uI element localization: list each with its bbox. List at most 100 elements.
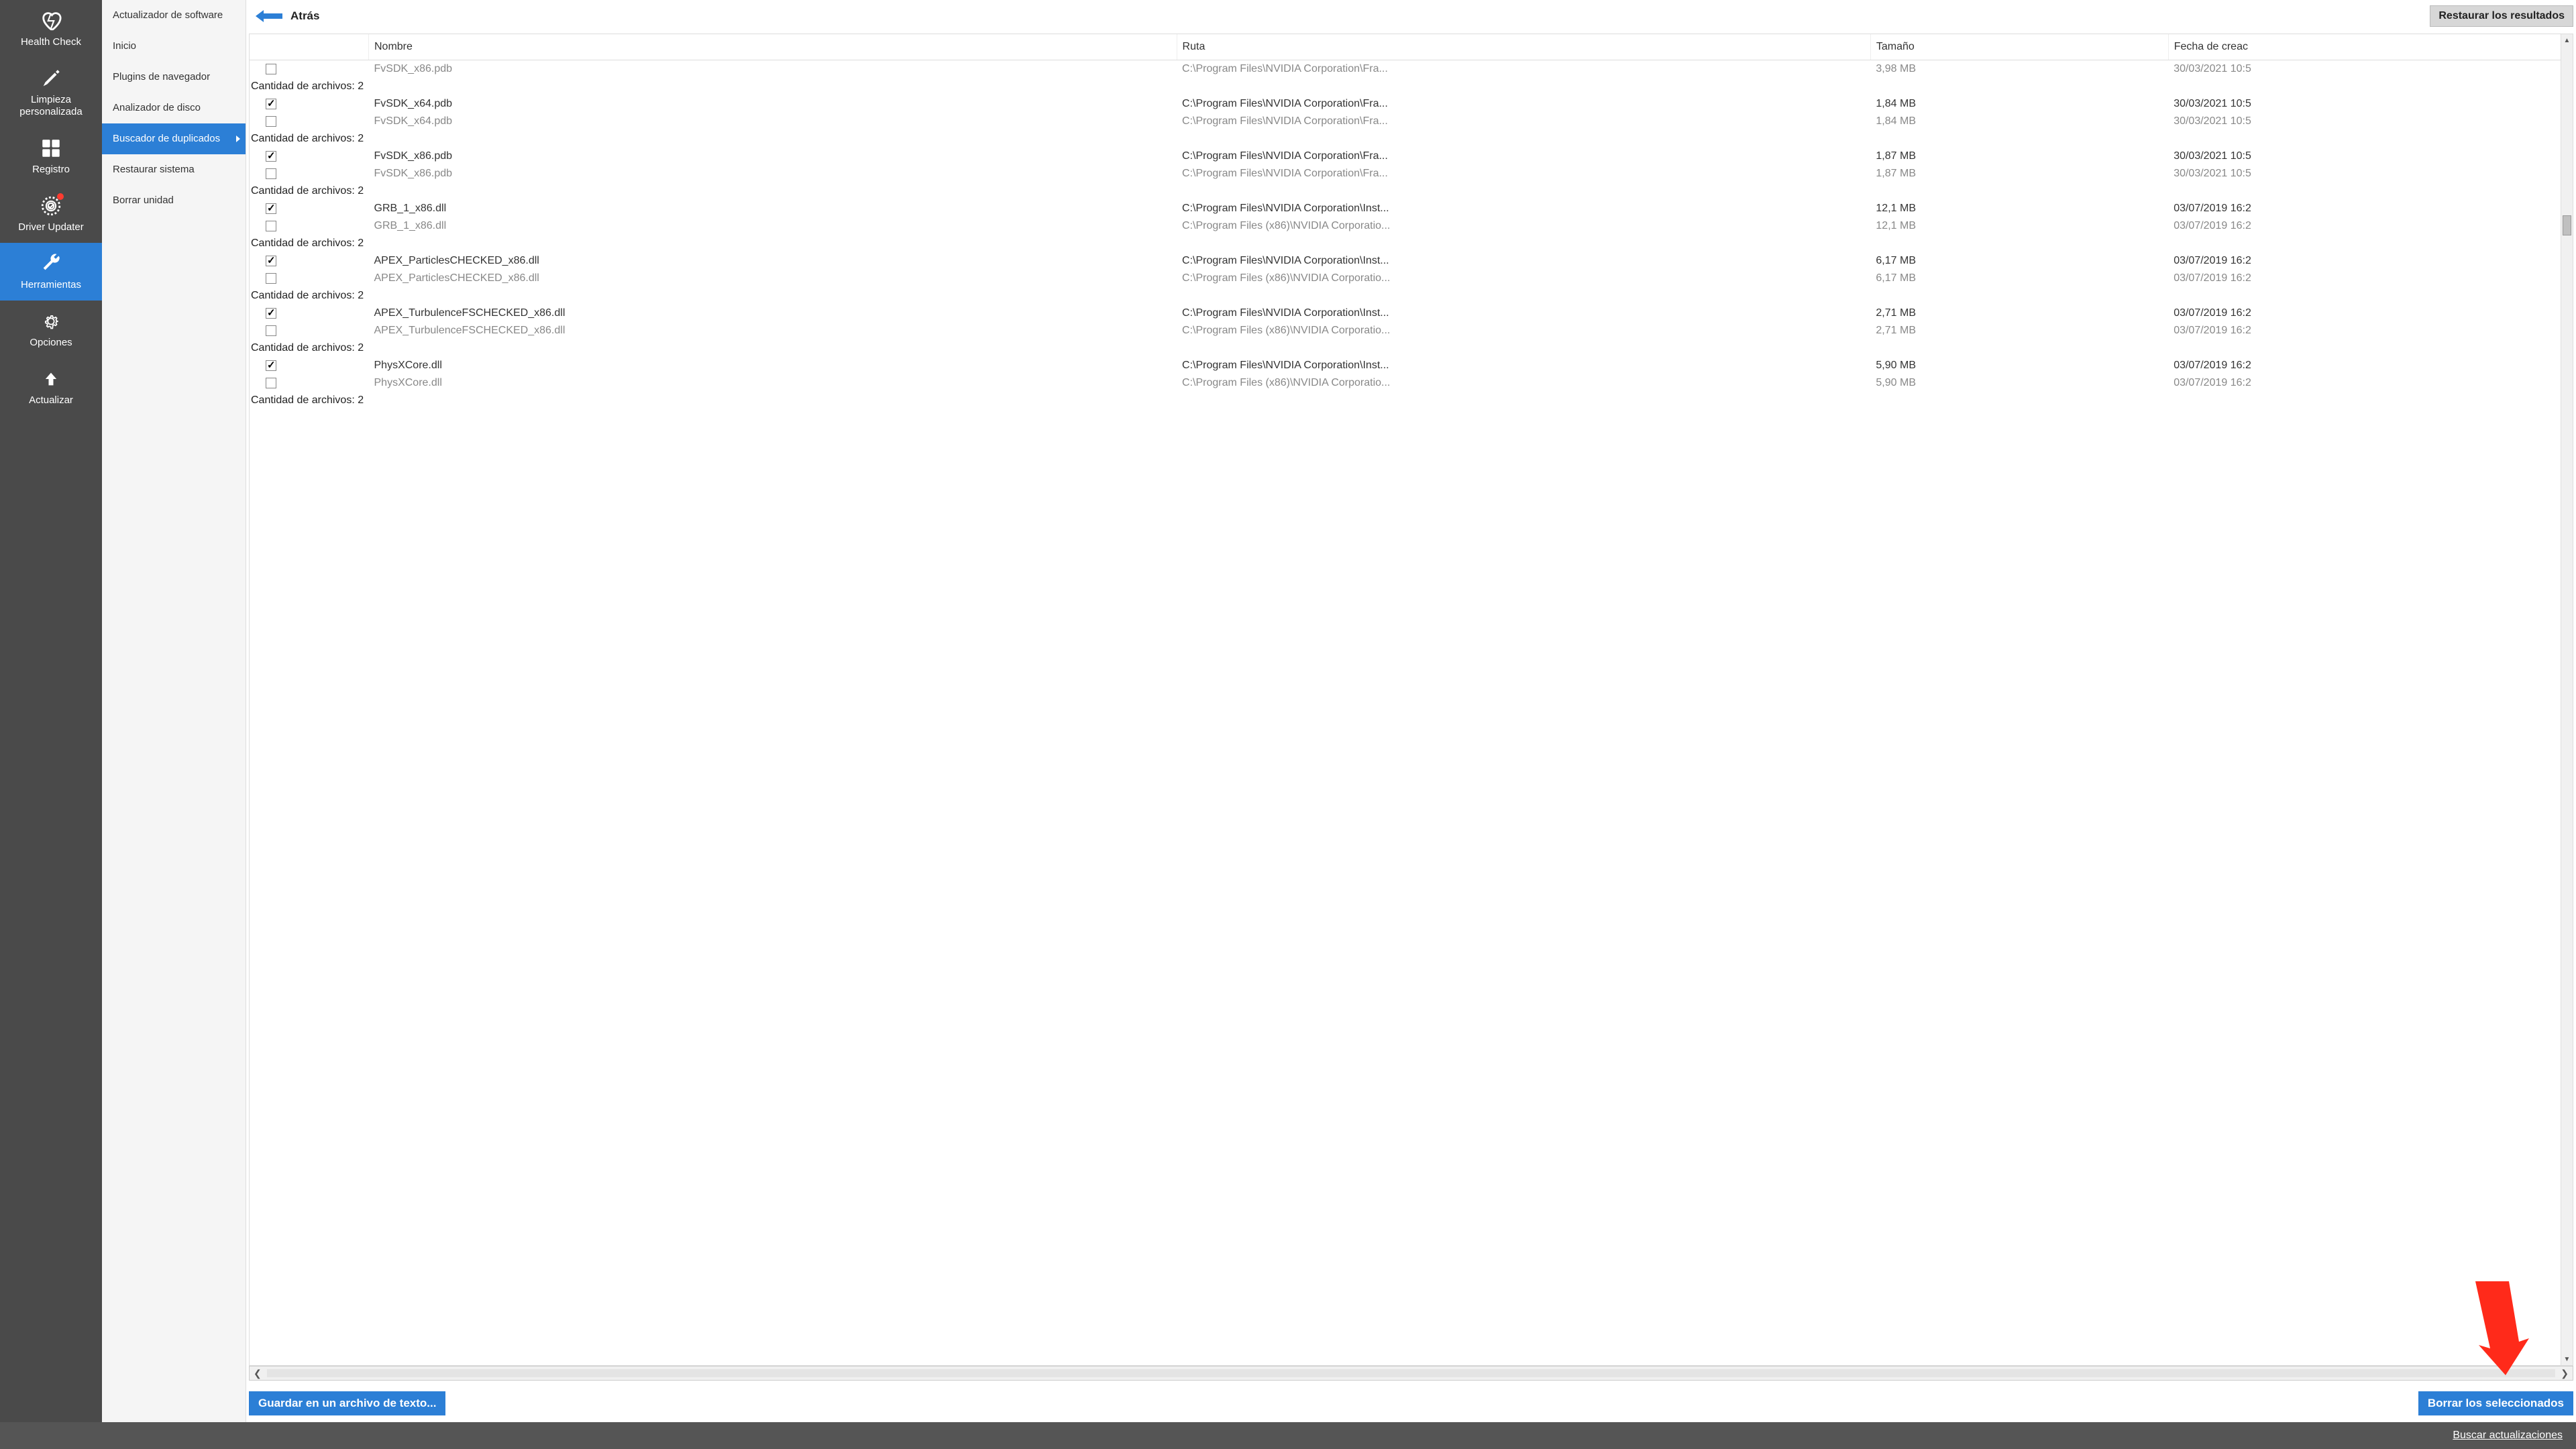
cell-path: C:\Program Files\NVIDIA Corporation\Fra.… <box>1177 148 1870 165</box>
file-row[interactable]: APEX_ParticlesCHECKED_x86.dllC:\Program … <box>250 270 2573 287</box>
sidebar-label: Limpieza personalizada <box>3 94 99 118</box>
file-row[interactable]: PhysXCore.dllC:\Program Files\NVIDIA Cor… <box>250 357 2573 374</box>
group-label: Cantidad de archivos: 2 <box>250 339 2573 357</box>
table-scroll[interactable]: Nombre Ruta Tamaño Fecha de creac FvSDK_… <box>250 34 2573 1365</box>
row-checkbox[interactable] <box>266 99 276 109</box>
row-checkbox[interactable] <box>266 168 276 179</box>
cell-size: 1,87 MB <box>1870 148 2168 165</box>
row-checkbox[interactable] <box>266 116 276 127</box>
sub-software-updater[interactable]: Actualizador de software <box>102 0 246 31</box>
sidebar-main: Health Check Limpieza personalizada Regi… <box>0 0 102 1422</box>
horizontal-scrollbar[interactable]: ❮ ❯ <box>249 1366 2573 1381</box>
save-to-text-button[interactable]: Guardar en un archivo de texto... <box>249 1391 445 1415</box>
row-checkbox[interactable] <box>266 378 276 388</box>
cell-path: C:\Program Files\NVIDIA Corporation\Fra.… <box>1177 165 1870 182</box>
col-date[interactable]: Fecha de creac <box>2168 34 2572 60</box>
back-label: Atrás <box>290 9 319 23</box>
file-row[interactable]: APEX_TurbulenceFSCHECKED_x86.dllC:\Progr… <box>250 305 2573 322</box>
sidebar-custom-clean[interactable]: Limpieza personalizada <box>0 58 102 127</box>
sidebar-tools[interactable]: Herramientas <box>0 243 102 301</box>
sub-drive-wiper[interactable]: Borrar unidad <box>102 185 246 216</box>
gear-sync-icon <box>40 195 62 217</box>
restore-results-button[interactable]: Restaurar los resultados <box>2430 5 2573 27</box>
col-name[interactable]: Nombre <box>369 34 1177 60</box>
cell-size: 2,71 MB <box>1870 305 2168 322</box>
cell-name: APEX_TurbulenceFSCHECKED_x86.dll <box>369 322 1177 339</box>
cell-size: 6,17 MB <box>1870 252 2168 270</box>
sidebar-label: Opciones <box>30 337 72 349</box>
scroll-up-icon[interactable]: ▲ <box>2561 34 2573 46</box>
sidebar-label: Health Check <box>21 36 81 48</box>
arrow-up-icon <box>40 368 62 390</box>
row-checkbox[interactable] <box>266 256 276 266</box>
file-row[interactable]: FvSDK_x86.pdbC:\Program Files\NVIDIA Cor… <box>250 60 2573 78</box>
scroll-right-icon[interactable]: ❯ <box>2561 1368 2569 1379</box>
content-pane: Atrás Restaurar los resultados ▲ ▼ Nombr… <box>246 0 2576 1422</box>
scroll-down-icon[interactable]: ▼ <box>2561 1353 2573 1365</box>
sub-system-restore[interactable]: Restaurar sistema <box>102 154 246 185</box>
row-checkbox[interactable] <box>266 203 276 214</box>
cell-path: C:\Program Files\NVIDIA Corporation\Inst… <box>1177 252 1870 270</box>
row-checkbox[interactable] <box>266 151 276 162</box>
col-checkbox[interactable] <box>250 34 369 60</box>
cell-name: APEX_ParticlesCHECKED_x86.dll <box>369 252 1177 270</box>
cell-date: 03/07/2019 16:2 <box>2168 322 2572 339</box>
sidebar-label: Driver Updater <box>18 221 84 233</box>
col-path[interactable]: Ruta <box>1177 34 1870 60</box>
check-updates-link[interactable]: Buscar actualizaciones <box>2453 1430 2563 1442</box>
scroll-thumb[interactable] <box>2563 215 2571 235</box>
group-label: Cantidad de archivos: 2 <box>250 130 2573 148</box>
cell-name: FvSDK_x86.pdb <box>369 60 1177 78</box>
cell-path: C:\Program Files\NVIDIA Corporation\Inst… <box>1177 305 1870 322</box>
sidebar-health-check[interactable]: Health Check <box>0 0 102 58</box>
group-label: Cantidad de archivos: 2 <box>250 287 2573 305</box>
row-checkbox[interactable] <box>266 64 276 74</box>
cell-path: C:\Program Files\NVIDIA Corporation\Inst… <box>1177 357 1870 374</box>
row-checkbox[interactable] <box>266 360 276 371</box>
file-row[interactable]: PhysXCore.dllC:\Program Files (x86)\NVID… <box>250 374 2573 392</box>
cell-date: 30/03/2021 10:5 <box>2168 60 2572 78</box>
file-row[interactable]: APEX_TurbulenceFSCHECKED_x86.dllC:\Progr… <box>250 322 2573 339</box>
arrow-left-icon <box>256 10 282 22</box>
vertical-scrollbar[interactable]: ▲ ▼ <box>2561 34 2573 1365</box>
file-row[interactable]: GRB_1_x86.dllC:\Program Files\NVIDIA Cor… <box>250 200 2573 217</box>
file-row[interactable]: APEX_ParticlesCHECKED_x86.dllC:\Program … <box>250 252 2573 270</box>
file-row[interactable]: FvSDK_x64.pdbC:\Program Files\NVIDIA Cor… <box>250 95 2573 113</box>
results-table-wrap: ▲ ▼ Nombre Ruta Tamaño Fecha de creac <box>249 34 2573 1366</box>
hscroll-track[interactable] <box>267 1369 2556 1377</box>
cell-size: 5,90 MB <box>1870 374 2168 392</box>
cell-name: FvSDK_x64.pdb <box>369 95 1177 113</box>
grid-icon <box>40 137 62 160</box>
sidebar-registry[interactable]: Registro <box>0 127 102 185</box>
group-row: Cantidad de archivos: 2 <box>250 392 2573 409</box>
sidebar-update[interactable]: Actualizar <box>0 358 102 416</box>
sub-browser-plugins[interactable]: Plugins de navegador <box>102 62 246 93</box>
sidebar-sub: Actualizador de software Inicio Plugins … <box>102 0 246 1422</box>
app-root: Health Check Limpieza personalizada Regi… <box>0 0 2576 1422</box>
back-button[interactable]: Atrás <box>252 7 323 25</box>
sub-startup[interactable]: Inicio <box>102 31 246 62</box>
cell-size: 12,1 MB <box>1870 200 2168 217</box>
row-checkbox[interactable] <box>266 273 276 284</box>
sidebar-driver-updater[interactable]: Driver Updater <box>0 185 102 243</box>
col-size[interactable]: Tamaño <box>1870 34 2168 60</box>
cell-path: C:\Program Files (x86)\NVIDIA Corporatio… <box>1177 217 1870 235</box>
file-row[interactable]: FvSDK_x86.pdbC:\Program Files\NVIDIA Cor… <box>250 148 2573 165</box>
row-checkbox[interactable] <box>266 221 276 231</box>
group-label: Cantidad de archivos: 2 <box>250 235 2573 252</box>
sub-duplicate-finder[interactable]: Buscador de duplicados <box>102 123 246 154</box>
file-row[interactable]: GRB_1_x86.dllC:\Program Files (x86)\NVID… <box>250 217 2573 235</box>
cell-date: 03/07/2019 16:2 <box>2168 374 2572 392</box>
row-checkbox[interactable] <box>266 325 276 336</box>
cell-size: 1,84 MB <box>1870 113 2168 130</box>
scroll-left-icon[interactable]: ❮ <box>254 1368 262 1379</box>
sidebar-options[interactable]: Opciones <box>0 301 102 358</box>
cell-name: PhysXCore.dll <box>369 374 1177 392</box>
file-row[interactable]: FvSDK_x86.pdbC:\Program Files\NVIDIA Cor… <box>250 165 2573 182</box>
file-row[interactable]: FvSDK_x64.pdbC:\Program Files\NVIDIA Cor… <box>250 113 2573 130</box>
cell-date: 30/03/2021 10:5 <box>2168 165 2572 182</box>
sub-disk-analyzer[interactable]: Analizador de disco <box>102 93 246 123</box>
cell-date: 03/07/2019 16:2 <box>2168 357 2572 374</box>
row-checkbox[interactable] <box>266 308 276 319</box>
delete-selected-button[interactable]: Borrar los seleccionados <box>2418 1391 2573 1415</box>
